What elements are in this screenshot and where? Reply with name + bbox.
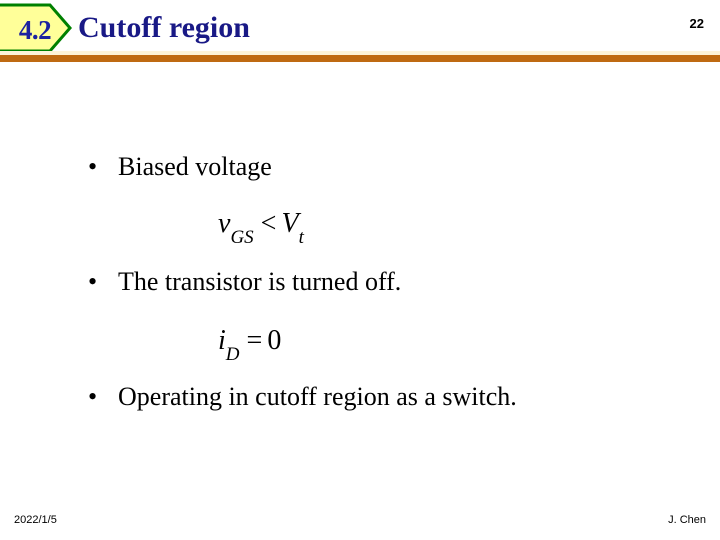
slide-header: 4.2 Cutoff region 22: [0, 0, 720, 62]
slide-page-number: 22: [689, 16, 704, 31]
slide-footer: 2022/1/5 J. Chen: [0, 502, 720, 540]
equation-rhs-value: 0: [267, 325, 282, 356]
section-number-badge: 4.2: [0, 3, 72, 53]
equation-rhs-variable: V: [281, 208, 299, 239]
bullet-marker-icon: •: [88, 267, 98, 296]
page-title: Cutoff region: [78, 11, 250, 44]
equation-lhs-subscript: GS: [230, 226, 254, 248]
equation-rhs-subscript: t: [298, 226, 304, 248]
bullet-item-biased-voltage: • Biased voltage: [88, 154, 272, 180]
equation-operator: =: [246, 325, 263, 356]
footer-date: 2022/1/5: [14, 514, 57, 526]
bullet-text: The transistor is turned off.: [118, 267, 402, 296]
equation-lhs-variable: i: [218, 325, 226, 356]
section-number-label: 4.2: [18, 15, 52, 45]
footer-author: J. Chen: [668, 514, 706, 526]
bullet-marker-icon: •: [88, 152, 98, 181]
bullet-text: Operating in cutoff region as a switch.: [118, 382, 517, 411]
bullet-marker-icon: •: [88, 382, 98, 411]
header-rule: [0, 55, 720, 62]
bullet-item-transistor-off: • The transistor is turned off.: [88, 269, 401, 295]
equation-operator: <: [260, 208, 277, 239]
equation-gate-source-voltage-condition: vGS < Vt: [218, 208, 304, 247]
bullet-item-cutoff-switch: • Operating in cutoff region as a switch…: [88, 384, 517, 410]
equation-lhs-variable: v: [218, 208, 231, 239]
equation-drain-current-zero: iD = 0: [218, 325, 282, 364]
equation-lhs-subscript: D: [225, 343, 240, 365]
slide-body: • Biased voltage vGS < Vt • The transistor…: [0, 62, 720, 502]
bullet-text: Biased voltage: [118, 152, 272, 181]
